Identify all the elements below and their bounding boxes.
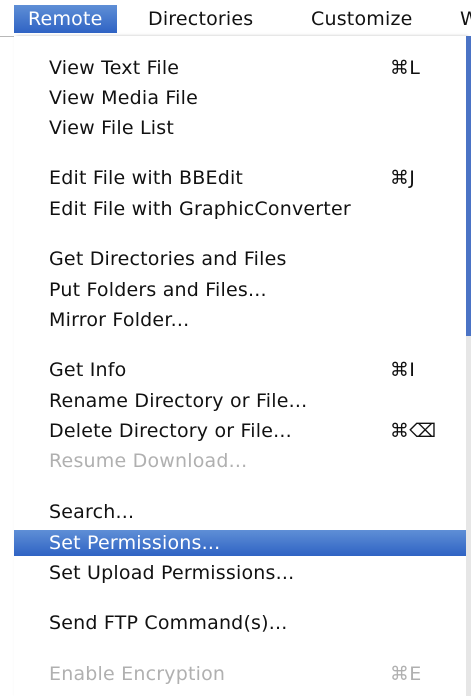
menu-item-put-folders-and-files[interactable]: Put Folders and Files... — [14, 277, 466, 303]
menu-item-shortcut: ⌘⌫ — [390, 420, 437, 442]
background-window-edge — [466, 36, 471, 696]
menu-item-view-text-file[interactable]: View Text File ⌘L — [14, 55, 466, 81]
menu-item-resume-download: Resume Download... — [14, 448, 466, 474]
menu-item-label: Rename Directory or File... — [49, 390, 308, 412]
menu-directories[interactable]: Directories — [148, 5, 253, 33]
menu-item-label: View File List — [49, 117, 174, 139]
menu-item-label: Get Info — [49, 359, 127, 381]
menu-item-label: Enable Encryption — [49, 663, 226, 685]
menu-item-label: Search... — [49, 501, 135, 523]
background-window-strip — [466, 36, 471, 336]
menu-item-label: Send FTP Command(s)... — [49, 612, 288, 634]
menu-item-shortcut: ⌘J — [390, 167, 416, 189]
menu-item-label: View Text File — [49, 57, 180, 79]
menu-item-set-permissions[interactable]: Set Permissions... — [14, 530, 466, 556]
menu-item-mirror-folder[interactable]: Mirror Folder... — [14, 307, 466, 333]
menu-item-get-info[interactable]: Get Info ⌘I — [14, 357, 466, 383]
remote-menu-dropdown: View Text File ⌘L View Media File View F… — [14, 36, 466, 696]
menu-item-label: Get Directories and Files — [49, 248, 287, 270]
menu-item-label: Edit File with GraphicConverter — [49, 198, 351, 220]
menu-item-send-ftp-commands[interactable]: Send FTP Command(s)... — [14, 610, 466, 636]
menu-item-get-directories-and-files[interactable]: Get Directories and Files — [14, 246, 466, 272]
menu-item-shortcut: ⌘E — [390, 663, 422, 685]
menu-item-label: Resume Download... — [49, 450, 248, 472]
menu-bar: Remote Directories Customize W — [0, 0, 471, 37]
menu-window[interactable]: W — [460, 5, 471, 33]
menu-item-rename-directory-or-file[interactable]: Rename Directory or File... — [14, 388, 466, 414]
menu-item-label: Delete Directory or File... — [49, 420, 292, 442]
menu-item-shortcut: ⌘L — [390, 57, 420, 79]
menu-item-label: Set Permissions... — [49, 532, 221, 554]
menu-item-search[interactable]: Search... — [14, 499, 466, 525]
menu-item-label: Set Upload Permissions... — [49, 562, 295, 584]
menu-item-label: Mirror Folder... — [49, 309, 190, 331]
menu-item-label: View Media File — [49, 87, 199, 109]
menu-item-label: Put Folders and Files... — [49, 279, 267, 301]
menu-customize[interactable]: Customize — [311, 5, 413, 33]
menu-item-edit-with-graphicconverter[interactable]: Edit File with GraphicConverter — [14, 196, 466, 222]
menu-item-view-media-file[interactable]: View Media File — [14, 85, 466, 111]
menu-item-view-file-list[interactable]: View File List — [14, 115, 466, 141]
menu-item-label: Edit File with BBEdit — [49, 167, 244, 189]
menu-item-enable-encryption: Enable Encryption ⌘E — [14, 661, 466, 687]
menu-item-delete-directory-or-file[interactable]: Delete Directory or File... ⌘⌫ — [14, 418, 466, 444]
menu-item-edit-with-bbedit[interactable]: Edit File with BBEdit ⌘J — [14, 165, 466, 191]
menu-item-shortcut: ⌘I — [390, 359, 416, 381]
menu-remote[interactable]: Remote — [14, 5, 117, 33]
menu-item-set-upload-permissions[interactable]: Set Upload Permissions... — [14, 560, 466, 586]
